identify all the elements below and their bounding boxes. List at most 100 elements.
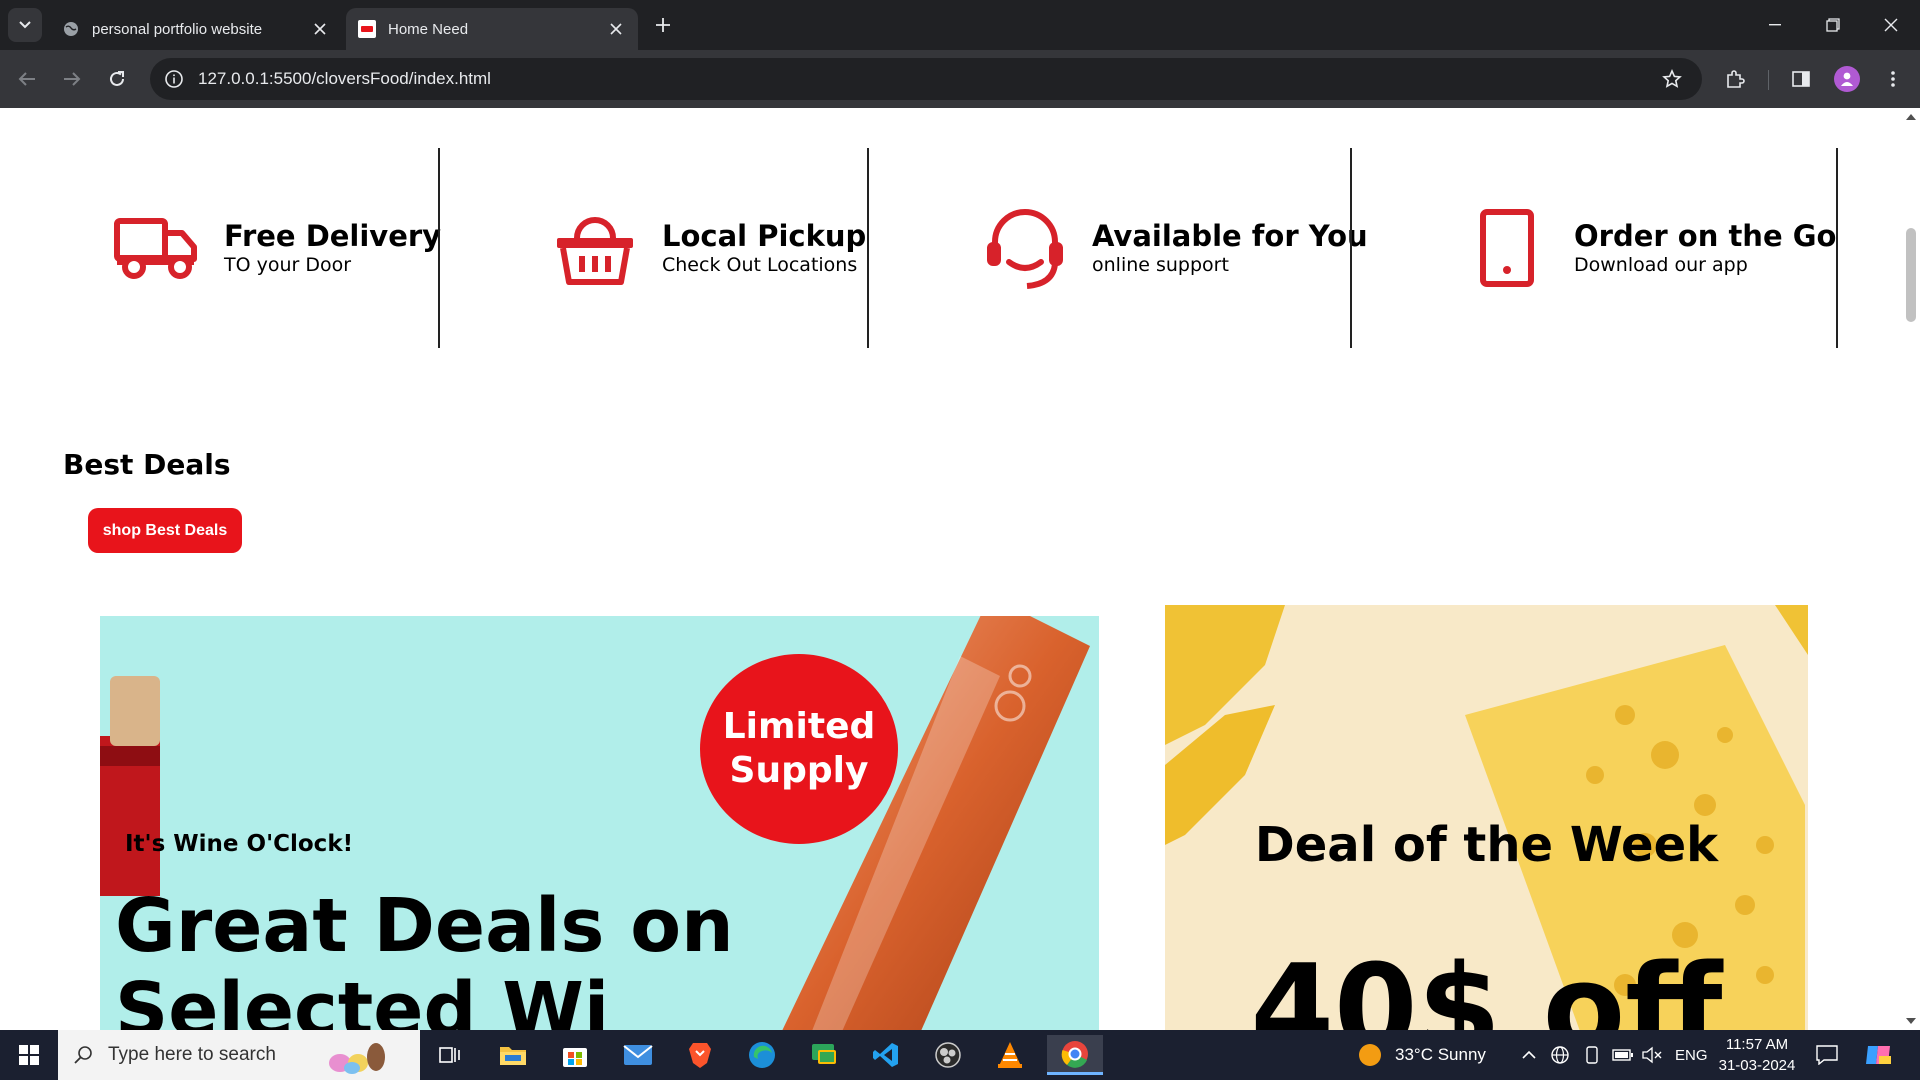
browser-titlebar: personal portfolio website Home Need bbox=[0, 0, 1920, 50]
tab-title: Home Need bbox=[388, 20, 469, 38]
badge-line: Limited bbox=[722, 706, 876, 747]
site-info-icon[interactable] bbox=[164, 69, 184, 89]
copilot-icon[interactable] bbox=[1864, 1030, 1892, 1080]
taskbar-search[interactable]: Type here to search bbox=[58, 1030, 420, 1080]
url-text[interactable]: 127.0.0.1:5500/cloversFood/index.html bbox=[198, 69, 491, 89]
truck-icon bbox=[112, 203, 202, 293]
promo-headline-line: Great Deals on bbox=[115, 883, 734, 969]
vscode-icon[interactable] bbox=[861, 1035, 911, 1075]
divider bbox=[1836, 148, 1838, 348]
scroll-up-icon[interactable] bbox=[1906, 114, 1916, 120]
feature-subtitle: Download our app bbox=[1574, 254, 1748, 276]
divider bbox=[438, 148, 440, 348]
wine-bottle-neck-image bbox=[100, 676, 160, 896]
globe-icon bbox=[62, 20, 80, 38]
close-window-button[interactable] bbox=[1862, 0, 1920, 50]
file-explorer-icon[interactable] bbox=[488, 1035, 538, 1075]
weather-text: 33°C Sunny bbox=[1395, 1045, 1486, 1064]
side-panel-icon[interactable] bbox=[1784, 62, 1818, 96]
edge-browser-icon[interactable] bbox=[737, 1035, 787, 1075]
brave-browser-icon[interactable] bbox=[675, 1035, 725, 1075]
restore-button[interactable] bbox=[1804, 0, 1862, 50]
feature-order-on-the-go: Order on the Go Download our app bbox=[1462, 148, 1836, 348]
menu-kebab-icon[interactable] bbox=[1876, 62, 1910, 96]
page-viewport: Free Delivery TO your Door Local Pickup … bbox=[0, 108, 1920, 1030]
microsoft-store-icon[interactable] bbox=[550, 1035, 600, 1075]
tab-search-button[interactable] bbox=[8, 8, 42, 42]
search-icon bbox=[74, 1046, 92, 1064]
address-bar[interactable]: 127.0.0.1:5500/cloversFood/index.html bbox=[150, 58, 1702, 100]
feature-title: Local Pickup bbox=[662, 219, 867, 253]
search-placeholder: Type here to search bbox=[108, 1044, 276, 1065]
feature-title: Order on the Go bbox=[1574, 219, 1837, 253]
language-indicator[interactable]: ENG bbox=[1675, 1030, 1708, 1080]
battery-icon[interactable] bbox=[1612, 1030, 1634, 1080]
minimize-button[interactable] bbox=[1746, 0, 1804, 50]
feature-subtitle: online support bbox=[1092, 254, 1229, 276]
profile-avatar[interactable] bbox=[1830, 62, 1864, 96]
chat-app-icon[interactable] bbox=[799, 1035, 849, 1075]
bookmark-star-icon[interactable] bbox=[1660, 67, 1684, 91]
show-hidden-icons-icon[interactable] bbox=[1522, 1030, 1536, 1080]
clock-date: 31-03-2024 bbox=[1718, 1057, 1796, 1074]
reload-button[interactable] bbox=[100, 62, 134, 96]
forward-button[interactable] bbox=[55, 62, 89, 96]
site-favicon-icon bbox=[358, 20, 376, 38]
device-icon[interactable] bbox=[1584, 1030, 1600, 1080]
feature-available-for-you: Available for You online support bbox=[980, 148, 1368, 348]
feature-free-delivery: Free Delivery TO your Door bbox=[112, 148, 441, 348]
start-button[interactable] bbox=[0, 1030, 58, 1080]
feature-subtitle: TO your Door bbox=[224, 254, 352, 276]
tab-home-need[interactable]: Home Need bbox=[346, 8, 638, 50]
weather-widget[interactable]: 33°C Sunny bbox=[1357, 1030, 1486, 1080]
page-scrollbar[interactable] bbox=[1902, 108, 1920, 1030]
notifications-icon[interactable] bbox=[1816, 1030, 1838, 1080]
phone-icon bbox=[1462, 203, 1552, 293]
headset-icon bbox=[980, 203, 1070, 293]
section-title: Best Deals bbox=[63, 448, 231, 481]
volume-muted-icon[interactable] bbox=[1642, 1030, 1662, 1080]
basket-icon bbox=[550, 203, 640, 293]
obs-studio-icon[interactable] bbox=[923, 1035, 973, 1075]
limited-supply-badge: Limited Supply bbox=[700, 654, 898, 844]
close-icon[interactable] bbox=[606, 19, 626, 39]
scroll-thumb[interactable] bbox=[1906, 228, 1916, 322]
chrome-icon[interactable] bbox=[1047, 1035, 1103, 1075]
promo-card-wine[interactable]: Limited Supply It's Wine O'Clock! Great … bbox=[100, 616, 1099, 1030]
tab-portfolio[interactable]: personal portfolio website bbox=[50, 8, 342, 50]
back-button[interactable] bbox=[10, 62, 44, 96]
close-icon[interactable] bbox=[310, 19, 330, 39]
tab-title: personal portfolio website bbox=[92, 20, 263, 38]
mail-icon[interactable] bbox=[613, 1035, 663, 1075]
feature-title: Available for You bbox=[1092, 219, 1368, 253]
badge-line: Supply bbox=[729, 750, 869, 791]
promo-kicker: Deal of the Week bbox=[1254, 817, 1719, 873]
promo-headline-line: Selected Wi bbox=[115, 967, 610, 1030]
close-icon bbox=[1884, 18, 1898, 32]
new-tab-button[interactable] bbox=[650, 12, 676, 38]
scroll-down-icon[interactable] bbox=[1906, 1018, 1916, 1024]
feature-subtitle: Check Out Locations bbox=[662, 254, 858, 276]
divider bbox=[867, 148, 869, 348]
vlc-icon[interactable] bbox=[985, 1035, 1035, 1075]
plus-icon bbox=[656, 18, 670, 32]
promo-card-deal-of-week[interactable]: Deal of the Week 40$ off bbox=[1165, 605, 1808, 1030]
arrow-right-icon bbox=[64, 72, 81, 86]
task-view-icon[interactable] bbox=[425, 1035, 475, 1075]
promo-headline: Great Deals on Selected Wi bbox=[115, 884, 1095, 1030]
reload-icon bbox=[110, 71, 124, 86]
feature-title: Free Delivery bbox=[224, 219, 442, 253]
chevron-down-icon bbox=[19, 21, 31, 29]
toolbar-separator bbox=[1768, 70, 1769, 90]
restore-icon bbox=[1826, 18, 1840, 32]
minimize-icon bbox=[1769, 24, 1781, 26]
promo-kicker: It's Wine O'Clock! bbox=[125, 831, 354, 857]
browser-toolbar: 127.0.0.1:5500/cloversFood/index.html bbox=[0, 50, 1920, 108]
network-globe-icon[interactable] bbox=[1550, 1030, 1570, 1080]
system-clock[interactable]: 11:57 AM 31-03-2024 bbox=[1714, 1034, 1800, 1076]
avatar bbox=[1834, 66, 1860, 92]
shop-best-deals-button[interactable]: shop Best Deals bbox=[88, 508, 242, 553]
extensions-icon[interactable] bbox=[1718, 62, 1752, 96]
sun-icon bbox=[1359, 1044, 1381, 1066]
windows-logo-icon bbox=[19, 1045, 39, 1065]
